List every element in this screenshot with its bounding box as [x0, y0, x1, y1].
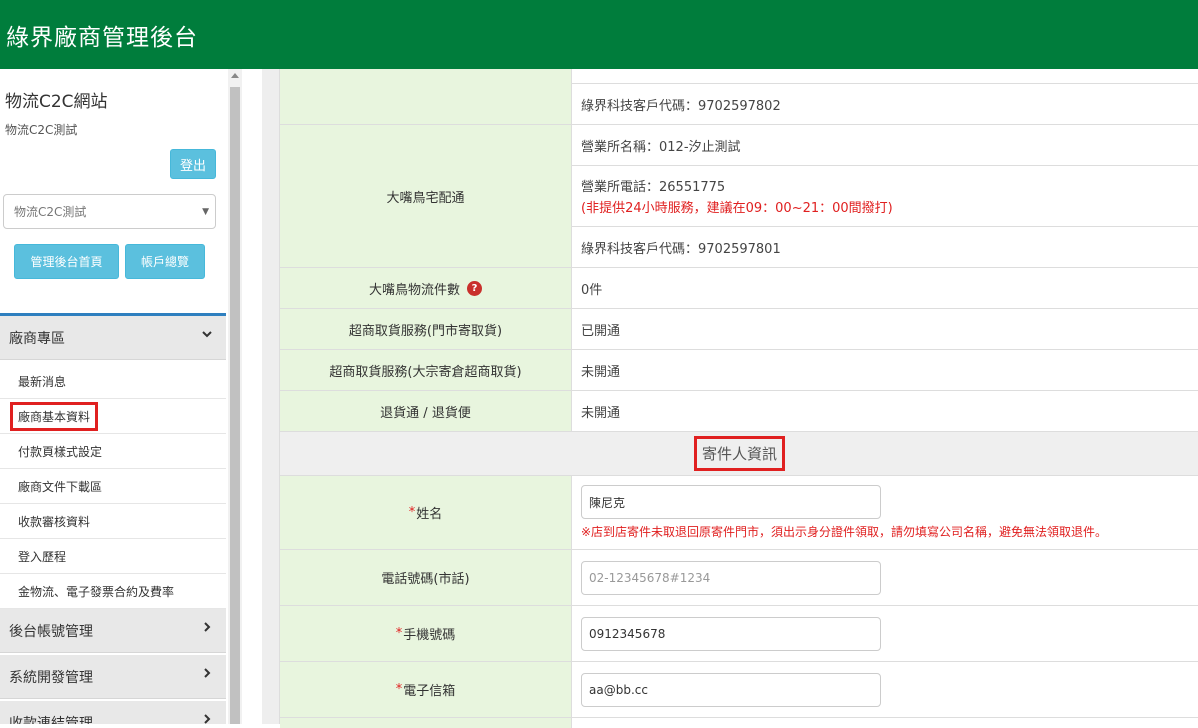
customer-code-value: 綠界科技客戶代碼：9702597802 — [581, 98, 781, 114]
logout-button[interactable]: 登出 — [170, 149, 216, 179]
sender-email-input[interactable] — [581, 672, 881, 707]
site-select-value: 物流C2C測試 — [14, 205, 87, 219]
tcat-label: 大嘴鳥宅配通 — [386, 190, 465, 206]
chevron-down-icon — [202, 331, 212, 338]
sender-tel-input[interactable] — [581, 560, 881, 595]
sender-name-input[interactable] — [581, 485, 881, 519]
table-label-cell: * 電子信箱 — [280, 662, 572, 718]
table-value-cell: 綠界科技客戶代碼：9702597802 — [572, 84, 1198, 125]
menu-item-collection-review[interactable]: 收款審核資料 — [0, 504, 226, 539]
menu-item-payment-page-style[interactable]: 付款頁樣式設定 — [0, 434, 226, 469]
table-value-cell: 未開通 — [572, 391, 1198, 432]
scroll-up-arrow-icon[interactable] — [231, 73, 239, 78]
site-subtitle: 物流C2C測試 — [5, 123, 78, 137]
menu-item-contracts-rates[interactable]: 金物流、電子發票合約及費率 — [0, 574, 226, 609]
table-value-cell — [572, 662, 1198, 718]
table-value-cell: ※店到店寄件未取退回原寄件門市，須出示身分證件領取，請勿填寫公司名稱，避免無法領… — [572, 476, 1198, 550]
menu-item-login-history[interactable]: 登入歷程 — [0, 539, 226, 574]
chevron-right-icon — [204, 668, 211, 678]
menu-item-label: 廠商基本資料 — [9, 401, 99, 431]
return-service-value: 未開通 — [581, 405, 621, 421]
cvs-bulk-value: 未開通 — [581, 364, 621, 380]
table-value-cell: 營業所電話：26551775 (非提供24小時服務，建議在09：00~21：00… — [572, 166, 1198, 227]
sender-section-title: 寄件人資訊 — [693, 436, 786, 471]
sidebar-scrollbar[interactable] — [228, 69, 242, 724]
menu-system-dev[interactable]: 系統開發管理 — [0, 655, 226, 699]
sender-name-label: 姓名 — [416, 507, 443, 522]
required-mark: * — [408, 505, 416, 520]
table-label-cell: 大嘴鳥宅配通 — [280, 125, 572, 268]
sender-email-label: 電子信箱 — [403, 684, 456, 699]
top-header: 綠界廠商管理後台 — [0, 0, 1198, 69]
tcat-count-label: 大嘴鳥物流件數 — [368, 282, 460, 298]
menu-item-label: 廠商文件下載區 — [18, 479, 103, 494]
table-label-cell: 超商取貨服務(門市寄取貨) — [280, 309, 572, 350]
sender-section-header: 寄件人資訊 — [280, 432, 1198, 476]
required-mark: * — [395, 626, 403, 641]
sender-mobile-input[interactable] — [581, 616, 881, 651]
select-caret-icon: ▼ — [202, 207, 209, 217]
table-label-cell: 大嘴鳥物流件數 ? — [280, 268, 572, 309]
menu-payment-link-label: 收款連結管理 — [9, 715, 93, 725]
return-service-label: 退貨通 / 退貨便 — [380, 405, 471, 421]
sender-mobile-label: 手機號碼 — [403, 628, 456, 643]
admin-home-button[interactable]: 管理後台首頁 — [14, 244, 119, 279]
sender-tel-label: 電話號碼(市話) — [381, 572, 470, 587]
table-value-cell: 未開通 — [572, 350, 1198, 391]
cvs-store-value: 已開通 — [581, 323, 621, 339]
tcat-office-note: (非提供24小時服務，建議在09：00~21：00間撥打) — [581, 201, 893, 216]
tcat-count-value: 0件 — [581, 282, 603, 298]
site-name: 物流C2C網站 — [5, 92, 108, 112]
menu-system-dev-label: 系統開發管理 — [9, 669, 93, 686]
menu-account-mgmt-label: 後台帳號管理 — [9, 623, 93, 640]
help-icon[interactable]: ? — [467, 280, 482, 296]
menu-item-label: 最新消息 — [18, 374, 67, 389]
table-label-cell — [280, 718, 572, 728]
table-value-cell: 營業所名稱：012-汐止測試 — [572, 125, 1198, 166]
menu-item-vendor-basic-info[interactable]: 廠商基本資料 — [0, 399, 226, 434]
site-select[interactable]: 物流C2C測試 ▼ — [3, 194, 216, 229]
sender-name-note: ※店到店寄件未取退回原寄件門市，須出示身分證件領取，請勿填寫公司名稱，避免無法領… — [581, 525, 1108, 539]
table-label-cell: * 姓名 — [280, 476, 572, 550]
menu-vendor-zone[interactable]: 廠商專區 — [0, 316, 226, 360]
menu-item-label: 付款頁樣式設定 — [18, 444, 103, 459]
table-value-cell — [572, 550, 1198, 606]
table-label-cell: 電話號碼(市話) — [280, 550, 572, 606]
menu-payment-link[interactable]: 收款連結管理 — [0, 701, 226, 724]
table-value-cell: 綠界科技客戶代碼：9702597801 — [572, 227, 1198, 268]
scrollbar-thumb[interactable] — [230, 87, 240, 724]
table-label-cell — [280, 69, 572, 125]
app-title: 綠界廠商管理後台 — [6, 24, 198, 51]
menu-vendor-zone-label: 廠商專區 — [9, 330, 65, 347]
table-label-cell: 退貨通 / 退貨便 — [280, 391, 572, 432]
cvs-bulk-label: 超商取貨服務(大宗寄倉超商取貨) — [329, 364, 522, 380]
chevron-right-icon — [204, 714, 211, 724]
table-value-cell: 已開通 — [572, 309, 1198, 350]
table-value-cell — [572, 718, 1198, 728]
menu-item-news[interactable]: 最新消息 — [0, 364, 226, 399]
table-value-cell — [572, 606, 1198, 662]
tcat-office-phone: 營業所電話：26551775 — [581, 180, 726, 195]
table-label-cell: * 手機號碼 — [280, 606, 572, 662]
table-value-cell — [572, 69, 1198, 84]
chevron-right-icon — [204, 622, 211, 632]
table-label-cell: 超商取貨服務(大宗寄倉超商取貨) — [280, 350, 572, 391]
menu-item-label: 金物流、電子發票合約及費率 — [18, 584, 175, 599]
tcat-customer-code: 綠界科技客戶代碼：9702597801 — [581, 241, 781, 257]
content-gutter — [242, 69, 262, 724]
menu-item-vendor-docs[interactable]: 廠商文件下載區 — [0, 469, 226, 504]
menu-item-label: 收款審核資料 — [18, 514, 91, 529]
table-value-cell: 0件 — [572, 268, 1198, 309]
menu-item-label: 登入歷程 — [18, 549, 67, 564]
sidebar: 物流C2C網站 物流C2C測試 登出 物流C2C測試 ▼ 管理後台首頁 帳戶總覽… — [0, 69, 228, 724]
vendor-info-table: 綠界科技客戶代碼：9702597802 大嘴鳥宅配通 營業所名稱：012-汐止測… — [279, 69, 1198, 728]
menu-account-mgmt[interactable]: 後台帳號管理 — [0, 609, 226, 653]
required-mark: * — [395, 682, 403, 697]
account-overview-button[interactable]: 帳戶總覽 — [125, 244, 205, 279]
cvs-store-label: 超商取貨服務(門市寄取貨) — [348, 323, 503, 339]
tcat-office-name: 營業所名稱：012-汐止測試 — [581, 139, 741, 155]
